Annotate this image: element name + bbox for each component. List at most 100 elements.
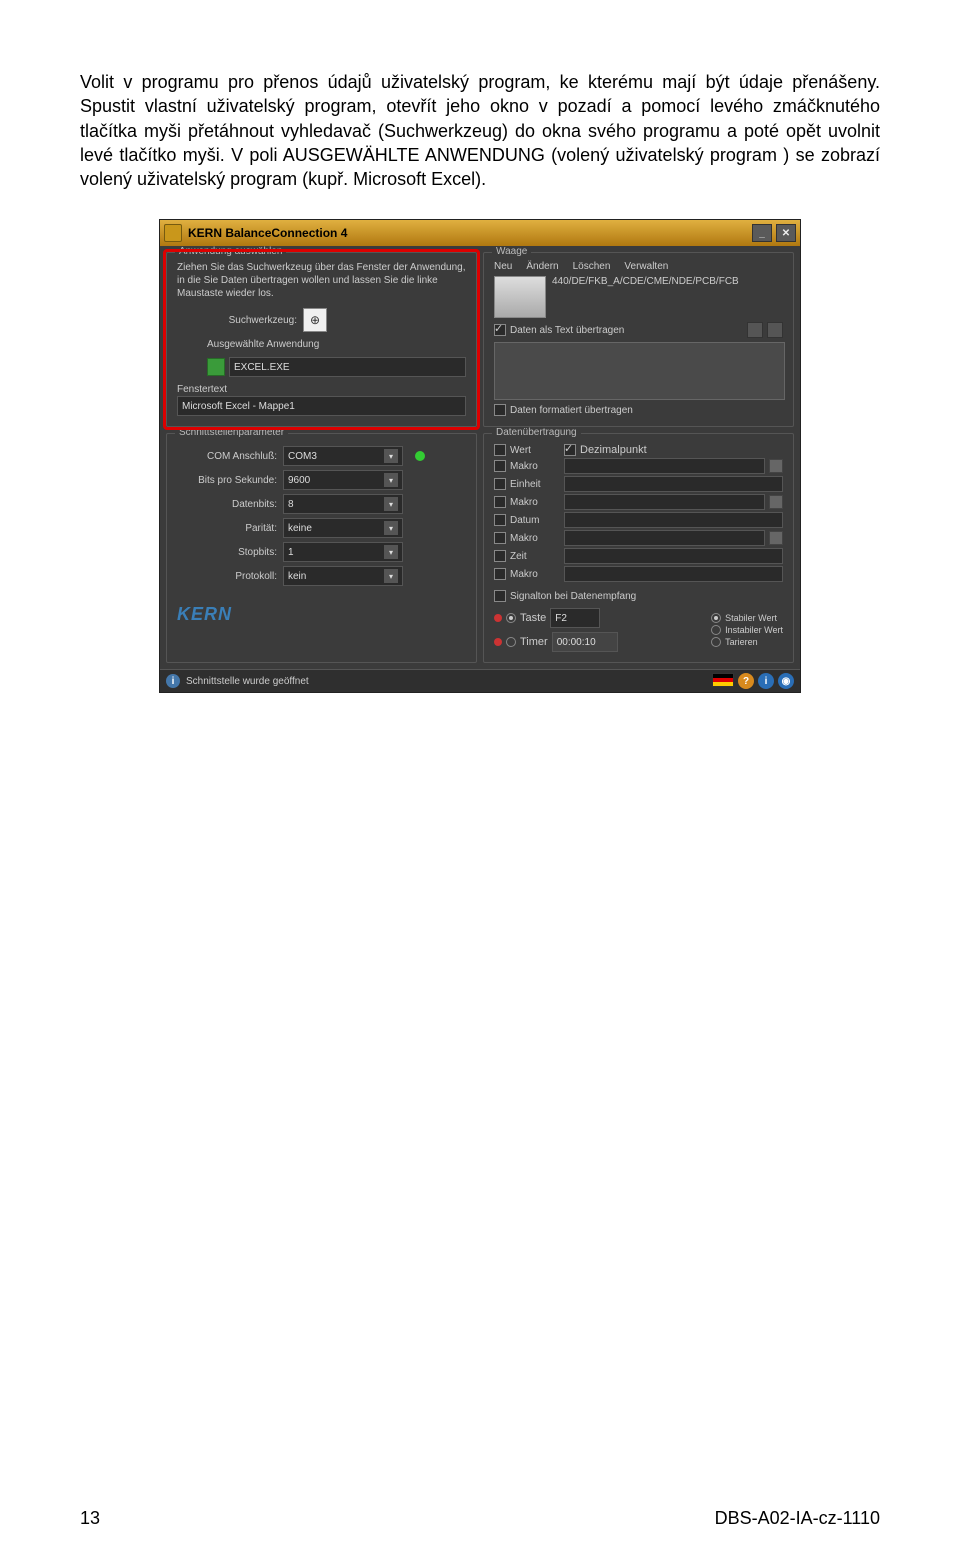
com-combo[interactable]: COM3▾ <box>283 446 403 466</box>
datum-input[interactable] <box>564 512 783 528</box>
chk-einheit[interactable] <box>494 478 506 490</box>
waage-btn-neu[interactable]: Neu <box>494 261 512 272</box>
lock-icon[interactable] <box>769 531 783 545</box>
ausgewahlte-field[interactable]: EXCEL.EXE <box>229 357 466 377</box>
einheit-input[interactable] <box>564 476 783 492</box>
minimize-button[interactable]: _ <box>752 224 772 242</box>
chk-signalton[interactable] <box>494 590 506 602</box>
suchwerkzeug-label: Suchwerkzeug: <box>177 314 297 327</box>
info-button[interactable]: i <box>758 673 774 689</box>
status-text: Schnittstelle wurde geöffnet <box>186 676 309 687</box>
datum-label: Datum <box>510 515 560 526</box>
status-dot-icon <box>415 451 425 461</box>
titlebar: KERN BalanceConnection 4 _ ✕ <box>160 220 800 246</box>
mini-icon-1[interactable] <box>747 322 763 338</box>
text-transfer-label: Daten als Text übertragen <box>510 325 624 336</box>
body-paragraph: Volit v programu pro přenos údajů uživat… <box>80 70 880 191</box>
radio-taste[interactable] <box>506 613 516 623</box>
dezimal-label: Dezimalpunkt <box>580 444 647 456</box>
makro4-label: Makro <box>510 569 560 580</box>
group-title-anwendung: Anwendung auswählen <box>175 246 286 257</box>
flag-de-icon[interactable] <box>712 673 734 687</box>
mini-icon-2[interactable] <box>767 322 783 338</box>
timer-input[interactable]: 00:00:10 <box>552 632 618 652</box>
bits-combo[interactable]: 9600▾ <box>283 470 403 490</box>
chk-makro4[interactable] <box>494 568 506 580</box>
globe-button[interactable]: ◉ <box>778 673 794 689</box>
paritat-label: Parität: <box>177 523 277 534</box>
format-transfer-label: Daten formatiert übertragen <box>510 405 633 416</box>
radio-tarieren[interactable] <box>711 637 721 647</box>
search-tool-icon[interactable]: ⊕ <box>303 308 327 332</box>
waage-btn-verwalten[interactable]: Verwalten <box>624 261 668 272</box>
app-window: KERN BalanceConnection 4 _ ✕ Anwendung a… <box>159 219 801 693</box>
group-title-schnitt: Schnittstellenparameter <box>175 427 288 438</box>
paritat-combo[interactable]: keine▾ <box>283 518 403 538</box>
window-title: KERN BalanceConnection 4 <box>188 226 347 240</box>
chk-zeit[interactable] <box>494 550 506 562</box>
chk-makro1[interactable] <box>494 460 506 472</box>
bits-label: Bits pro Sekunde: <box>177 475 277 486</box>
chevron-down-icon: ▾ <box>384 545 398 559</box>
taste-label: Taste <box>520 612 546 624</box>
chevron-down-icon: ▾ <box>384 473 398 487</box>
databits-combo[interactable]: 8▾ <box>283 494 403 514</box>
makro3-label: Makro <box>510 533 560 544</box>
group-anwendung: Anwendung auswählen Ziehen Sie das Suchw… <box>166 252 477 427</box>
excel-icon <box>207 358 225 376</box>
instabil-label: Instabiler Wert <box>725 625 783 635</box>
databits-label: Datenbits: <box>177 499 277 510</box>
taste-input[interactable]: F2 <box>550 608 600 628</box>
stabil-label: Stabiler Wert <box>725 613 777 623</box>
kern-logo: KERN <box>177 604 232 624</box>
einheit-label: Einheit <box>510 479 560 490</box>
doc-id: DBS-A02-IA-cz-1110 <box>715 1508 880 1529</box>
close-button[interactable]: ✕ <box>776 224 796 242</box>
chk-dezimal[interactable] <box>564 444 576 456</box>
chk-datum[interactable] <box>494 514 506 526</box>
lock-icon[interactable] <box>769 495 783 509</box>
app-icon <box>164 224 182 242</box>
waage-btn-loeschen[interactable]: Löschen <box>573 261 611 272</box>
stopbits-label: Stopbits: <box>177 547 277 558</box>
protokoll-label: Protokoll: <box>177 571 277 582</box>
group-title-daten: Datenübertragung <box>492 427 581 438</box>
ausgewahlte-label: Ausgewählte Anwendung <box>207 338 319 351</box>
scale-model: 440/DE/FKB_A/CDE/CME/NDE/PCB/FCB <box>552 276 739 287</box>
makro1-input[interactable] <box>564 458 765 474</box>
chk-format-transfer[interactable] <box>494 404 506 416</box>
lock-icon[interactable] <box>769 459 783 473</box>
help-button[interactable]: ? <box>738 673 754 689</box>
radio-stabil[interactable] <box>711 613 721 623</box>
group-title-waage: Waage <box>492 246 531 257</box>
radio-timer[interactable] <box>506 637 516 647</box>
zeit-label: Zeit <box>510 551 560 562</box>
waage-btn-aendern[interactable]: Ändern <box>526 261 558 272</box>
chk-text-transfer[interactable] <box>494 324 506 336</box>
statusbar: i Schnittstelle wurde geöffnet ? i ◉ <box>160 669 800 692</box>
fenstertext-label: Fenstertext <box>177 383 466 396</box>
hint-text: Ziehen Sie das Suchwerkzeug über das Fen… <box>177 261 466 300</box>
wert-label: Wert <box>510 445 560 456</box>
makro2-input[interactable] <box>564 494 765 510</box>
chk-makro3[interactable] <box>494 532 506 544</box>
protokoll-combo[interactable]: kein▾ <box>283 566 403 586</box>
chk-wert[interactable] <box>494 444 506 456</box>
makro4-input[interactable] <box>564 566 783 582</box>
makro2-label: Makro <box>510 497 560 508</box>
chevron-down-icon: ▾ <box>384 521 398 535</box>
text-transfer-box[interactable] <box>494 342 785 400</box>
com-label: COM Anschluß: <box>177 451 277 462</box>
group-waage: Waage Neu Ändern Löschen Verwalten 440/D… <box>483 252 794 427</box>
red-dot-icon <box>494 614 502 622</box>
screenshot-container: KERN BalanceConnection 4 _ ✕ Anwendung a… <box>80 219 880 693</box>
chk-makro2[interactable] <box>494 496 506 508</box>
stopbits-combo[interactable]: 1▾ <box>283 542 403 562</box>
makro3-input[interactable] <box>564 530 765 546</box>
timer-label: Timer <box>520 636 548 648</box>
radio-instabil[interactable] <box>711 625 721 635</box>
zeit-input[interactable] <box>564 548 783 564</box>
chevron-down-icon: ▾ <box>384 497 398 511</box>
info-icon: i <box>166 674 180 688</box>
fenstertext-field[interactable]: Microsoft Excel - Mappe1 <box>177 396 466 416</box>
